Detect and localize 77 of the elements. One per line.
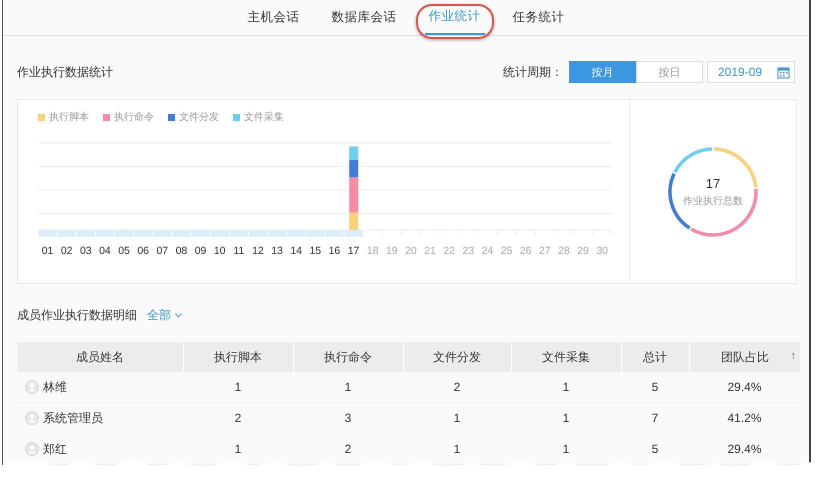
legend-label: 执行命令	[114, 110, 154, 124]
legend-label: 执行脚本	[49, 110, 89, 124]
chevron-down-icon	[175, 312, 182, 318]
table-cell: 1	[403, 434, 511, 464]
day-label: 17	[346, 245, 360, 257]
avatar-icon	[25, 411, 39, 425]
legend-label: 文件采集	[244, 110, 284, 124]
day-label: 29	[576, 245, 590, 257]
table-cell: 7	[621, 402, 689, 434]
day-label: 04	[98, 245, 112, 257]
calendar-icon	[777, 66, 790, 78]
table-cell: 1	[403, 402, 511, 434]
avatar-icon	[25, 442, 39, 456]
day-label: 30	[595, 245, 610, 257]
section-title: 作业执行数据统计	[17, 64, 114, 80]
day-label: 26	[518, 245, 533, 257]
column-header[interactable]: 执行脚本	[183, 342, 293, 372]
member-name: 系统管理员	[43, 410, 103, 426]
column-header[interactable]: 团队占比	[720, 350, 769, 364]
day-label: 22	[442, 245, 456, 257]
day-label: 06	[136, 245, 150, 257]
total-value: 17	[706, 176, 720, 190]
day-label: 27	[538, 245, 552, 257]
day-label: 05	[117, 245, 131, 257]
table-cell: 1	[293, 372, 403, 402]
day-label: 03	[78, 245, 93, 257]
day-label: 14	[289, 245, 304, 257]
table-cell: 5	[621, 434, 689, 464]
day-label: 23	[461, 245, 476, 257]
sort-indicator[interactable]: ↑	[790, 350, 796, 362]
table-cell: 1	[511, 402, 621, 434]
day-label: 02	[60, 245, 74, 257]
member-name: 林维	[43, 378, 67, 396]
table-cell: 5	[621, 372, 689, 402]
table-cell: 2	[183, 402, 293, 434]
table-cell: 41.2%	[689, 402, 800, 434]
day-label: 11	[232, 245, 246, 257]
day-label: 18	[366, 245, 380, 257]
legend-label: 文件分发	[179, 110, 219, 124]
table-cell: 2	[403, 372, 511, 402]
column-header[interactable]: 文件采集	[511, 342, 621, 372]
tab[interactable]: 任务统计	[508, 0, 568, 35]
day-label: 21	[423, 245, 437, 257]
day-label: 19	[384, 245, 399, 257]
day-label: 09	[194, 245, 208, 257]
table-cell: 29.4%	[689, 434, 800, 464]
table-cell: 2	[293, 434, 403, 464]
table-cell: 1	[183, 434, 293, 464]
day-label: 25	[500, 245, 514, 257]
day-label: 24	[480, 245, 494, 257]
column-header[interactable]: 执行命令	[293, 342, 403, 372]
bar-segment	[349, 146, 358, 160]
day-label: 28	[557, 245, 571, 257]
day-label: 10	[212, 245, 227, 257]
table-cell: 29.4%	[689, 372, 800, 402]
avatar-icon	[25, 380, 39, 394]
table-cell: 1	[511, 372, 621, 402]
table-cell: 1	[183, 372, 293, 402]
day-label: 15	[308, 245, 322, 257]
table-cell: 3	[293, 402, 403, 434]
day-label: 12	[251, 245, 265, 257]
section-title: 成员作业执行数据明细	[17, 306, 137, 324]
day-label: 01	[40, 245, 54, 257]
tab[interactable]: 主机会话	[244, 0, 304, 35]
table-cell: 1	[511, 434, 621, 464]
column-header[interactable]: 总计	[621, 342, 689, 372]
column-header[interactable]: 文件分发	[403, 342, 511, 372]
period-label: 统计周期：	[503, 64, 563, 80]
column-header[interactable]: 成员姓名	[17, 342, 183, 372]
day-label: 07	[155, 245, 170, 257]
member-name: 郑红	[43, 440, 67, 458]
day-label: 16	[328, 245, 342, 257]
day-label: 13	[270, 245, 284, 257]
total-label: 作业执行总数	[683, 194, 743, 208]
tab[interactable]: 数据库会话	[328, 0, 400, 35]
day-label: 20	[404, 245, 418, 257]
day-label: 08	[174, 245, 188, 257]
